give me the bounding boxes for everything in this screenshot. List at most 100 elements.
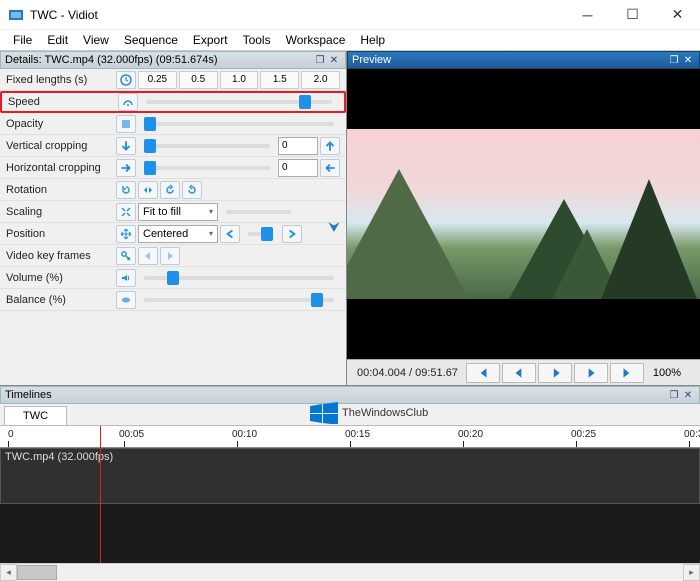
app-icon [8,7,24,23]
timelines-panel: Timelines ❐ ✕ TWC TheWindowsClub 0 00:05… [0,385,700,580]
preview-header: Preview ❐ ✕ [347,51,700,69]
pos-right-icon[interactable] [282,225,302,243]
play-pause-button[interactable] [538,363,572,383]
move-icon[interactable] [116,225,136,243]
position-label: Position [6,228,116,240]
opacity-label: Opacity [6,118,116,130]
length-20[interactable]: 2.0 [301,71,340,89]
step-fwd-button[interactable] [574,363,608,383]
vcrop-label: Vertical cropping [6,140,116,152]
video-clip[interactable]: TWC.mp4 (32.000fps) [0,448,700,504]
row-scaling: Scaling Fit to fill▾ [0,201,346,223]
timelines-title: Timelines [5,389,52,401]
menu-view[interactable]: View [76,31,116,49]
kf-prev-icon[interactable] [138,247,158,265]
menu-export[interactable]: Export [186,31,235,49]
kf-next-icon[interactable] [160,247,180,265]
menu-workspace[interactable]: Workspace [279,31,353,49]
balance-slider[interactable] [144,298,334,302]
details-panel: Details: TWC.mp4 (32.000fps) (09:51.674s… [0,51,347,385]
time-ruler[interactable]: 0 00:05 00:10 00:15 00:20 00:25 00:30 [0,426,700,448]
row-opacity: Opacity [0,113,346,135]
row-vcrop: Vertical cropping 0 [0,135,346,157]
hcrop-value[interactable]: 0 [278,159,318,177]
menu-sequence[interactable]: Sequence [117,31,185,49]
preview-panel: Preview ❐ ✕ 00:04.004 / 09:51.67 100% [347,51,700,385]
goto-start-button[interactable] [466,363,500,383]
timelines-restore-icon[interactable]: ❐ [667,388,681,402]
position-combo[interactable]: Centered▾ [138,225,218,243]
length-10[interactable]: 1.0 [220,71,259,89]
rotation-label: Rotation [6,184,116,196]
volume-label: Volume (%) [6,272,116,284]
key-icon[interactable] [116,247,136,265]
rotate-reset-icon[interactable] [116,181,136,199]
row-balance: Balance (%) [0,289,346,311]
fixed-lengths-label: Fixed lengths (s) [6,74,116,86]
menu-file[interactable]: File [6,31,39,49]
volume-icon[interactable] [116,269,136,287]
vkf-label: Video key frames [6,250,116,262]
menu-edit[interactable]: Edit [40,31,75,49]
menu-help[interactable]: Help [353,31,392,49]
rotate-ccw-icon[interactable] [160,181,180,199]
scaling-combo[interactable]: Fit to fill▾ [138,203,218,221]
scroll-right-button[interactable]: ▸ [683,564,700,581]
timeline-tabs: TWC TheWindowsClub [0,404,700,426]
length-15[interactable]: 1.5 [260,71,299,89]
playhead-line[interactable] [100,448,101,563]
volume-slider[interactable] [144,276,334,280]
step-back-button[interactable] [502,363,536,383]
speed-slider[interactable] [146,100,332,104]
arrow-right-icon[interactable] [116,159,136,177]
scroll-down-icon[interactable]: ⮟ [328,219,340,236]
zoom-display: 100% [646,367,688,379]
vcrop-value[interactable]: 0 [278,137,318,155]
minimize-button[interactable]: ─ [565,0,610,30]
vcrop-slider[interactable] [144,144,270,148]
preview-title: Preview [352,54,391,66]
expand-icon[interactable] [116,203,136,221]
pos-x-slider[interactable] [248,232,274,236]
scaling-slider[interactable] [226,210,291,214]
scroll-thumb[interactable] [17,565,57,580]
row-volume: Volume (%) [0,267,346,289]
pos-left-icon[interactable] [220,225,240,243]
speed-label: Speed [8,96,118,108]
preview-restore-icon[interactable]: ❐ [667,53,681,67]
rotate-cw-icon[interactable] [182,181,202,199]
opacity-icon[interactable] [116,115,136,133]
hcrop-slider[interactable] [144,166,270,170]
preview-close-icon[interactable]: ✕ [681,53,695,67]
panel-restore-icon[interactable]: ❐ [313,53,327,67]
maximize-button[interactable]: ☐ [610,0,655,30]
video-viewport[interactable] [347,69,700,359]
row-fixed-lengths: Fixed lengths (s) 0.25 0.5 1.0 1.5 2.0 [0,69,346,91]
clock-icon[interactable] [116,71,136,89]
row-speed: Speed [0,91,346,113]
length-05[interactable]: 0.5 [179,71,218,89]
arrow-up-icon[interactable] [320,137,340,155]
balance-icon[interactable] [116,291,136,309]
gauge-icon[interactable] [118,93,138,111]
flip-h-icon[interactable] [138,181,158,199]
menu-tools[interactable]: Tools [236,31,278,49]
row-rotation: Rotation [0,179,346,201]
scroll-left-button[interactable]: ◂ [0,564,17,581]
h-scrollbar[interactable]: ◂ ▸ [0,563,700,580]
arrow-down-icon[interactable] [116,137,136,155]
timeline-tracks[interactable]: TWC.mp4 (32.000fps) [0,448,700,563]
timelines-close-icon[interactable]: ✕ [681,388,695,402]
opacity-slider[interactable] [144,122,334,126]
playhead-marker[interactable] [100,426,101,448]
arrow-left-icon[interactable] [320,159,340,177]
scaling-label: Scaling [6,206,116,218]
length-025[interactable]: 0.25 [138,71,177,89]
panel-close-icon[interactable]: ✕ [327,53,341,67]
balance-label: Balance (%) [6,294,116,306]
tab-twc[interactable]: TWC [4,406,67,425]
close-button[interactable]: ✕ [655,0,700,30]
row-position: Position Centered▾ [0,223,346,245]
time-display: 00:04.004 / 09:51.67 [351,367,464,379]
goto-end-button[interactable] [610,363,644,383]
